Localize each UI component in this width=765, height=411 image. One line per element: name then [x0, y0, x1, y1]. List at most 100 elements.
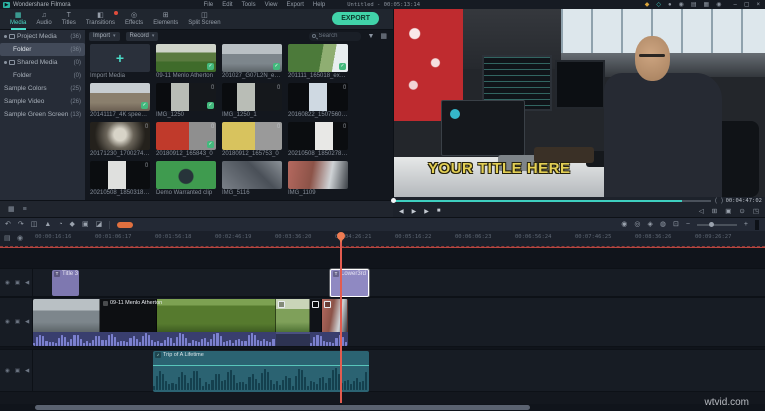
seek-handle[interactable] [391, 198, 396, 203]
seek-bar[interactable] [393, 200, 711, 202]
menu-export[interactable]: Export [287, 1, 304, 9]
media-item-201027-g07l2n-export[interactable]: ▯ ✓ 201027_G07L2N_export [222, 44, 282, 80]
music-clip[interactable]: ♪ Trip of A Lifetime [153, 351, 369, 392]
layout-icon[interactable]: ▤ [691, 1, 697, 9]
track-mute-icon[interactable]: ◀ [25, 368, 29, 374]
track-lock-icon[interactable]: ▣ [15, 319, 20, 325]
zoom-in-icon[interactable]: + [744, 218, 748, 232]
video-segment-3[interactable] [276, 299, 310, 332]
title-clip-2[interactable]: T Lower3rd 1 [330, 269, 369, 297]
sidebar-item-project-media[interactable]: Project Media (36) [0, 30, 85, 43]
menu-help[interactable]: Help [313, 1, 325, 9]
menu-edit[interactable]: Edit [222, 1, 232, 9]
redo-icon[interactable]: ↷ [18, 218, 24, 232]
media-item-20160822-150756088-ios[interactable]: ▯ ✓ 20160822_150756088_iOS [288, 83, 348, 119]
track-mute-icon[interactable]: ◀ [25, 319, 29, 325]
media-item-20171230-17002748c-ios[interactable]: ▯ ✓ 20171230_17002748C_iOS [90, 122, 150, 158]
title-clip-1[interactable]: T Title 3 [52, 270, 79, 296]
tab-elements[interactable]: ⊞ Elements [148, 12, 183, 27]
previous-frame-icon[interactable]: ◀ [399, 208, 404, 215]
media-item-img-1250-1[interactable]: ▯ ✓ IMG_1250_1 [222, 83, 282, 119]
snapshot-icon[interactable]: ▣ [82, 218, 89, 232]
account-icon[interactable]: ◉ [679, 1, 684, 9]
grid-view-icon[interactable]: ▦ [380, 32, 387, 40]
stop-icon[interactable]: ■ [437, 208, 441, 215]
delete-icon[interactable]: ◫ [31, 218, 38, 232]
video-segment-4[interactable] [310, 299, 322, 332]
zoom-slider-knob[interactable] [709, 222, 714, 227]
import-media-tile[interactable]: + Import Media [90, 44, 150, 80]
media-item-img-1109[interactable]: ▯ ✓ IMG_1109 [288, 161, 348, 197]
motion-track-icon[interactable]: ◍ [660, 218, 666, 232]
beta-feature-icon[interactable]: ◇ [656, 1, 661, 9]
audio-mixer-icon[interactable]: ◎ [634, 218, 640, 232]
media-item-20141117-4k-speed-test[interactable]: ▯ ✓ 20141117_4K speed test... [90, 83, 150, 119]
timeline-scrollbar[interactable] [0, 404, 765, 411]
track-visibility-icon[interactable]: ◉ [5, 368, 10, 374]
keyframe-icon[interactable]: ◈ [647, 218, 652, 232]
speed-icon[interactable]: ◔ [58, 218, 62, 232]
menu-view[interactable]: View [265, 1, 278, 9]
thumbnail-view-icon[interactable]: ▦ [8, 205, 15, 213]
settings-icon[interactable]: ⊙ [739, 207, 744, 215]
play-icon[interactable]: ▶ [412, 208, 417, 215]
track-visibility-icon[interactable]: ◉ [5, 319, 10, 325]
media-item-20180912-165753-0[interactable]: ▯ ✓ 20180912_165753_0 [222, 122, 282, 158]
zoom-fit-icon[interactable]: ⊡ [673, 218, 679, 232]
music-track[interactable]: ◉▣◀ ♪ Trip of A Lifetime [0, 349, 765, 392]
menu-file[interactable]: File [204, 1, 214, 9]
sidebar-item-folder[interactable]: Folder (36) [0, 43, 85, 56]
timeline-zoom-slider[interactable] [697, 224, 737, 226]
zoom-out-icon[interactable]: − [686, 218, 690, 232]
sidebar-item-sample-colors[interactable]: Sample Colors (25) [0, 82, 85, 95]
crop-icon[interactable]: ▲ [44, 218, 51, 232]
render-preview-icon[interactable]: ◉ [621, 218, 627, 232]
preview-player[interactable]: YOUR TITLE HERE [393, 9, 765, 197]
media-item-img-1250[interactable]: ▯ ✓ IMG_1250 [156, 83, 216, 119]
video-segment-0[interactable] [33, 299, 100, 332]
volume-icon[interactable]: ◁ [699, 207, 704, 215]
dual-screen-icon[interactable]: ⊞ [712, 207, 717, 215]
tab-titles[interactable]: T Titles [57, 12, 81, 27]
next-frame-icon[interactable]: ▶ [424, 208, 429, 215]
sidebar-item-shared-media[interactable]: Shared Media (0) [0, 56, 85, 69]
export-button[interactable]: EXPORT [332, 12, 379, 25]
filter-icon[interactable]: ▼ [367, 33, 374, 40]
scrollbar-thumb[interactable] [35, 405, 530, 410]
search-box[interactable] [309, 32, 361, 41]
fullscreen-icon[interactable]: ◳ [753, 207, 759, 215]
playhead-handle[interactable] [337, 232, 345, 240]
track-visibility-icon[interactable]: ◉ [5, 280, 10, 286]
sidebar-item-sample-green-screen[interactable]: Sample Green Screen (13) [0, 108, 85, 121]
title-track[interactable]: ◉ ▣ ◀ T Title 3 T Lower3rd 1 [0, 268, 765, 297]
import-dropdown[interactable]: Import ▾ [89, 32, 120, 41]
workspace-icon[interactable]: ▦ [704, 1, 710, 9]
marker-icon[interactable]: ◆ [70, 218, 75, 232]
list-view-icon[interactable]: ≡ [23, 206, 27, 213]
maximize-button[interactable]: ▢ [744, 1, 750, 9]
manage-tracks-icon[interactable]: ▤ [4, 234, 11, 242]
minimize-button[interactable]: – [733, 1, 736, 9]
media-item-20180912-165843-0[interactable]: ▯ ✓ 20180912_165843_0 [156, 122, 216, 158]
snap-icon[interactable]: ◉ [17, 234, 23, 242]
video-segment-5[interactable] [322, 299, 348, 332]
tab-audio[interactable]: ♫ Audio [31, 12, 56, 27]
menu-tools[interactable]: Tools [242, 1, 256, 9]
track-lock-icon[interactable]: ▣ [15, 280, 20, 286]
close-button[interactable]: × [756, 1, 760, 9]
media-item-demo-warranted-clip[interactable]: ▯ ✓ Demo Warranted clip [156, 161, 216, 197]
media-item-20210508-18503188c-ios[interactable]: ▯ ✓ 20210508_18503188C_iOS [90, 161, 150, 197]
snapshot-icon[interactable]: ▣ [725, 207, 731, 215]
track-mute-icon[interactable]: ◀ [25, 280, 29, 286]
record-voiceover-button[interactable] [117, 222, 133, 228]
tab-effects[interactable]: ◎ Effects [120, 12, 148, 27]
media-item-20210508-18502788c-ios[interactable]: ▯ ✓ 20210508_18502788C_iOS [288, 122, 348, 158]
undo-icon[interactable]: ↶ [5, 218, 11, 232]
chroma-key-icon[interactable]: ◪ [96, 218, 103, 232]
timeline-ruler[interactable]: ▤ ◉ 00:00:16:1600:01:06:1700:01:56:1800:… [0, 231, 765, 247]
video-track[interactable]: ◉ ▣ ◀ 09-11 Menlo Atherton [0, 297, 765, 347]
video-segment-2[interactable] [157, 299, 276, 332]
tab-split-screen[interactable]: ◫ Split Screen [183, 12, 225, 27]
sidebar-item-folder[interactable]: Folder (0) [0, 69, 85, 82]
video-clip[interactable]: 09-11 Menlo Atherton [33, 299, 348, 347]
